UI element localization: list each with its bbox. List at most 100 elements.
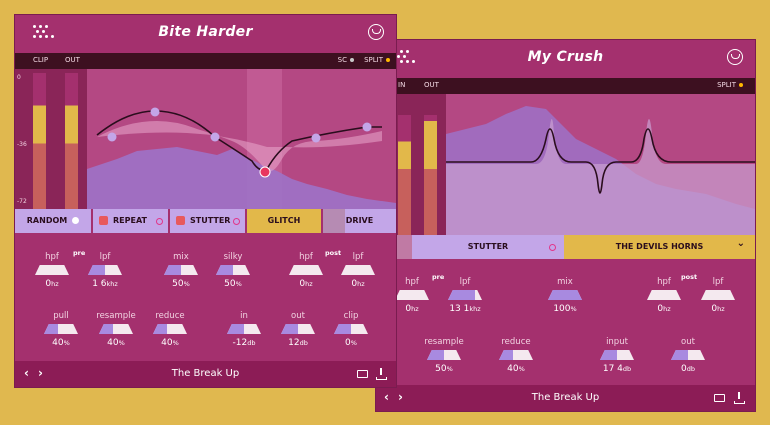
preset-name[interactable]: The Break Up (15, 368, 396, 379)
split-toggle[interactable]: SPLIT (364, 56, 390, 64)
out-slider[interactable] (671, 350, 705, 360)
out-slider[interactable] (281, 324, 315, 334)
mix-control[interactable]: mix 50% (159, 251, 203, 289)
fx-indicator-icon (72, 217, 80, 224)
out-meter (424, 115, 437, 235)
split-toggle[interactable]: SPLIT (717, 81, 743, 89)
input-slider[interactable] (600, 350, 634, 360)
hpf-pre-slider[interactable] (395, 290, 429, 300)
mix-slider[interactable] (164, 265, 198, 275)
resample-slider[interactable] (427, 350, 461, 360)
silky-control[interactable]: silky 50% (211, 251, 255, 289)
fx-tab-random[interactable]: RANDOM (15, 209, 91, 233)
resample-slider[interactable] (99, 324, 133, 334)
in-control[interactable]: in -12db (222, 310, 266, 348)
plugin-window-bite-harder: Bite Harder CLIP OUT SC SPLIT 0 -36 -72 … (15, 15, 396, 387)
slider-fill (671, 350, 688, 360)
eq-node-4[interactable] (259, 166, 271, 178)
clip-meter (33, 73, 46, 209)
in-label: IN (398, 81, 406, 89)
slider-fill (99, 324, 113, 334)
fx-tab-glitch[interactable]: GLITCH (247, 209, 321, 233)
mix-control[interactable]: mix 100% (543, 276, 587, 314)
slider-fill (164, 265, 181, 275)
reduce-control[interactable]: reduce 40% (148, 310, 192, 348)
preset-name[interactable]: The Break Up (376, 392, 755, 403)
clip-slider[interactable] (334, 324, 368, 334)
slider-fill (499, 350, 513, 360)
visualizer-header: IN OUT SPLIT (376, 78, 755, 94)
chevron-down-icon: ⌄ (736, 238, 745, 249)
hpf-post-slider[interactable] (647, 290, 681, 300)
slider-fill (88, 265, 105, 275)
fx-indicator-icon (549, 244, 556, 251)
out-control[interactable]: out 0db (666, 336, 710, 374)
fx-tab-repeat[interactable]: REPEAT (93, 209, 168, 233)
out-label: OUT (424, 81, 439, 89)
hpf-post-control[interactable]: hpf 0hz (642, 276, 686, 314)
resample-control[interactable]: resample 40% (94, 310, 138, 348)
clip-control[interactable]: clip 0% (329, 310, 373, 348)
slider-fill (44, 324, 58, 334)
fx-tab-stutter[interactable]: STUTTER (412, 235, 564, 259)
lpf-post-control[interactable]: lpf 0hz (336, 251, 380, 289)
hpf-pre-control[interactable]: hpf 0hz (30, 251, 74, 289)
in-meter (398, 115, 411, 235)
reduce-slider[interactable] (153, 324, 187, 334)
slider-fill (448, 290, 476, 300)
out-label: OUT (65, 56, 80, 64)
resample-control[interactable]: resample 50% (422, 336, 466, 374)
fx-tab-drive[interactable]: DRIVE (323, 209, 396, 233)
split-indicator-icon (739, 83, 743, 87)
spectrum-visualizer[interactable] (446, 94, 755, 235)
in-slider[interactable] (227, 324, 261, 334)
preset-browser-icon[interactable] (727, 49, 743, 65)
title-bar: My Crush (376, 40, 755, 76)
lpf-post-slider[interactable] (701, 290, 735, 300)
slider-fill (600, 350, 617, 360)
mix-slider[interactable] (548, 290, 582, 300)
reduce-slider[interactable] (499, 350, 533, 360)
silky-slider[interactable] (216, 265, 250, 275)
hpf-post-control[interactable]: hpf 0hz (284, 251, 328, 289)
visualizer-header: CLIP OUT SC SPLIT (15, 53, 396, 69)
fx-indicator-icon (233, 218, 240, 225)
plugin-title: Bite Harder (158, 24, 253, 40)
title-bar: Bite Harder (15, 15, 396, 51)
sidechain-toggle[interactable]: SC (338, 56, 354, 64)
lpf-post-slider[interactable] (341, 265, 375, 275)
preset-browser-icon[interactable] (368, 24, 384, 40)
eq-node-2[interactable] (150, 107, 160, 117)
spectrum-area (87, 147, 396, 209)
spectrum-visualizer[interactable] (87, 69, 396, 209)
lpf-pre-control[interactable]: lpf 13 1khz (443, 276, 487, 314)
db-mark-36: -36 (17, 141, 27, 148)
preset-footer: ‹ › The Break Up (15, 361, 396, 387)
fx-indicator-icon (156, 218, 163, 225)
hpf-pre-slider[interactable] (35, 265, 69, 275)
download-icon[interactable] (734, 392, 745, 404)
eq-node-1[interactable] (107, 132, 117, 142)
lpf-post-control[interactable]: lpf 0hz (696, 276, 740, 314)
reduce-control[interactable]: reduce 40% (494, 336, 538, 374)
hpf-pre-control[interactable]: hpf 0hz (390, 276, 434, 314)
download-icon[interactable] (376, 368, 387, 380)
pull-control[interactable]: pull 40% (39, 310, 83, 348)
eq-node-3[interactable] (210, 132, 220, 142)
spectrum-svg (446, 106, 755, 235)
hpf-post-slider[interactable] (289, 265, 323, 275)
out-control[interactable]: out 12db (276, 310, 320, 348)
eq-node-5[interactable] (311, 133, 321, 143)
lpf-pre-control[interactable]: lpf 1 6khz (83, 251, 127, 289)
eq-node-6[interactable] (362, 122, 372, 132)
pull-slider[interactable] (44, 324, 78, 334)
folder-icon[interactable] (714, 394, 725, 402)
slider-fill (334, 324, 351, 334)
slider-fill (227, 324, 244, 334)
input-control[interactable]: input 17 4db (595, 336, 639, 374)
lpf-pre-slider[interactable] (448, 290, 482, 300)
fx-tab-stutter[interactable]: STUTTER (170, 209, 245, 233)
folder-icon[interactable] (357, 370, 368, 378)
fx-dropdown-devils-horns[interactable]: THE DEVILS HORNS ⌄ (564, 235, 755, 259)
lpf-pre-slider[interactable] (88, 265, 122, 275)
